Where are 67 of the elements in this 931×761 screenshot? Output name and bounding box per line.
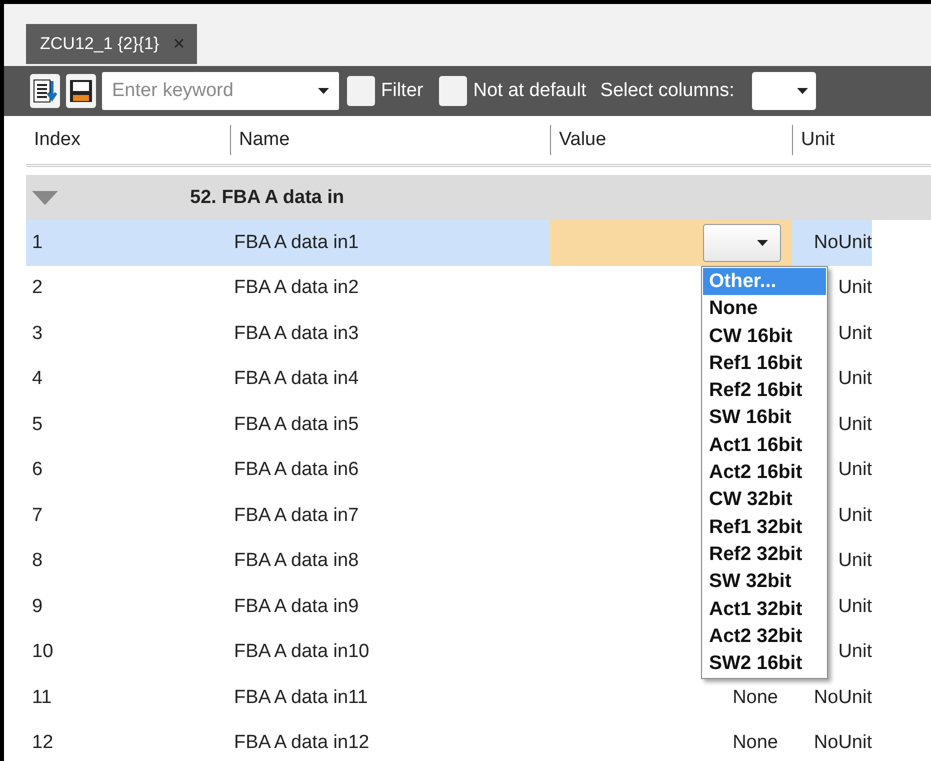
column-header[interactable]: Value xyxy=(550,125,792,155)
dropdown-option[interactable]: Ref1 16bit xyxy=(703,350,826,378)
index-cell-text: 3 xyxy=(31,322,44,346)
value-editor-cell[interactable] xyxy=(550,220,792,266)
index-cell-text: 5 xyxy=(31,412,44,437)
refresh-button[interactable] xyxy=(30,74,60,108)
index-cell-text: 9 xyxy=(31,594,44,619)
unit-cell-text: NoUnit xyxy=(812,731,872,756)
checkbox-label: Not at default xyxy=(473,80,586,102)
caret-icon xyxy=(797,88,808,94)
index-cell-text: 12 xyxy=(31,731,54,756)
name-cell-text: FBA A data in9 xyxy=(233,594,360,619)
unit-cell-text: Unit xyxy=(837,322,872,346)
name-cell: FBA A data in1 xyxy=(230,220,550,266)
caret-icon xyxy=(318,88,329,94)
dropdown-option[interactable]: Act1 16bit xyxy=(703,432,826,460)
dropdown-option[interactable]: Ref1 32bit xyxy=(703,514,826,541)
keyword-search-field[interactable]: Enter keyword xyxy=(102,72,339,110)
index-cell-text: 8 xyxy=(31,549,44,574)
document-tab[interactable]: ZCU12_1 {2}{1} × xyxy=(26,24,197,64)
name-cell-text: FBA A data in8 xyxy=(233,549,360,574)
index-cell-text: 2 xyxy=(31,276,44,300)
name-cell-text: FBA A data in2 xyxy=(233,276,360,300)
dropdown-option[interactable]: SW 32bit xyxy=(703,568,826,596)
dropdown-option[interactable]: SW2 16bit xyxy=(703,650,826,678)
column-header[interactable]: Name xyxy=(230,125,550,155)
caret-icon xyxy=(757,240,768,246)
column-header[interactable]: Unit xyxy=(792,125,931,155)
name-cell-text: FBA A data in12 xyxy=(233,731,370,756)
index-cell-text: 4 xyxy=(31,367,44,392)
name-cell-text: FBA A data in10 xyxy=(233,640,370,664)
refresh-list-icon xyxy=(32,77,58,105)
value-cell-text: None xyxy=(732,731,779,756)
save-button[interactable] xyxy=(66,74,96,108)
collapse-triangle-icon[interactable] xyxy=(32,190,58,204)
dropdown-option[interactable]: Act2 16bit xyxy=(703,459,826,486)
select-columns-dropdown[interactable] xyxy=(752,72,816,110)
unit-cell-text: Unit xyxy=(837,276,872,300)
value-dropdown[interactable] xyxy=(703,224,781,262)
index-cell-text: 6 xyxy=(31,458,44,482)
unit-cell-text: NoUnit xyxy=(812,686,872,710)
name-cell-text: FBA A data in3 xyxy=(233,322,360,346)
checkbox[interactable] xyxy=(347,76,375,106)
checkbox[interactable] xyxy=(439,76,468,106)
index-cell-text: 11 xyxy=(31,686,53,710)
index-cell: 1 xyxy=(26,220,230,266)
name-cell-text: FBA A data in5 xyxy=(233,412,360,437)
column-header[interactable]: Index xyxy=(26,129,230,151)
name-cell-text: FBA A data in7 xyxy=(233,504,360,528)
group-row[interactable]: 52. FBA A data in xyxy=(26,175,931,220)
select-columns-label: Select columns: xyxy=(600,80,734,102)
name-cell-text: FBA A data in4 xyxy=(233,367,360,392)
value-cell-text: None xyxy=(732,686,779,710)
dropdown-option[interactable]: Act1 32bit xyxy=(703,596,826,623)
index-cell-text: 7 xyxy=(31,504,44,528)
name-cell-text: FBA A data in6 xyxy=(233,458,360,482)
dropdown-option[interactable]: Ref2 16bit xyxy=(703,377,826,404)
unit-cell: NoUnit xyxy=(792,220,872,266)
index-cell-text: 10 xyxy=(31,640,54,664)
dropdown-option[interactable]: Ref2 32bit xyxy=(703,540,826,568)
dropdown-option[interactable]: SW 16bit xyxy=(703,404,826,432)
dropdown-option[interactable]: Act2 32bit xyxy=(703,622,826,650)
dropdown-option[interactable]: None xyxy=(703,295,826,323)
dropdown-option[interactable]: CW 32bit xyxy=(703,486,826,514)
name-cell-text: FBA A data in11 xyxy=(233,686,369,710)
checkbox-label: Filter xyxy=(381,80,424,102)
dropdown-option[interactable]: CW 16bit xyxy=(703,322,826,350)
